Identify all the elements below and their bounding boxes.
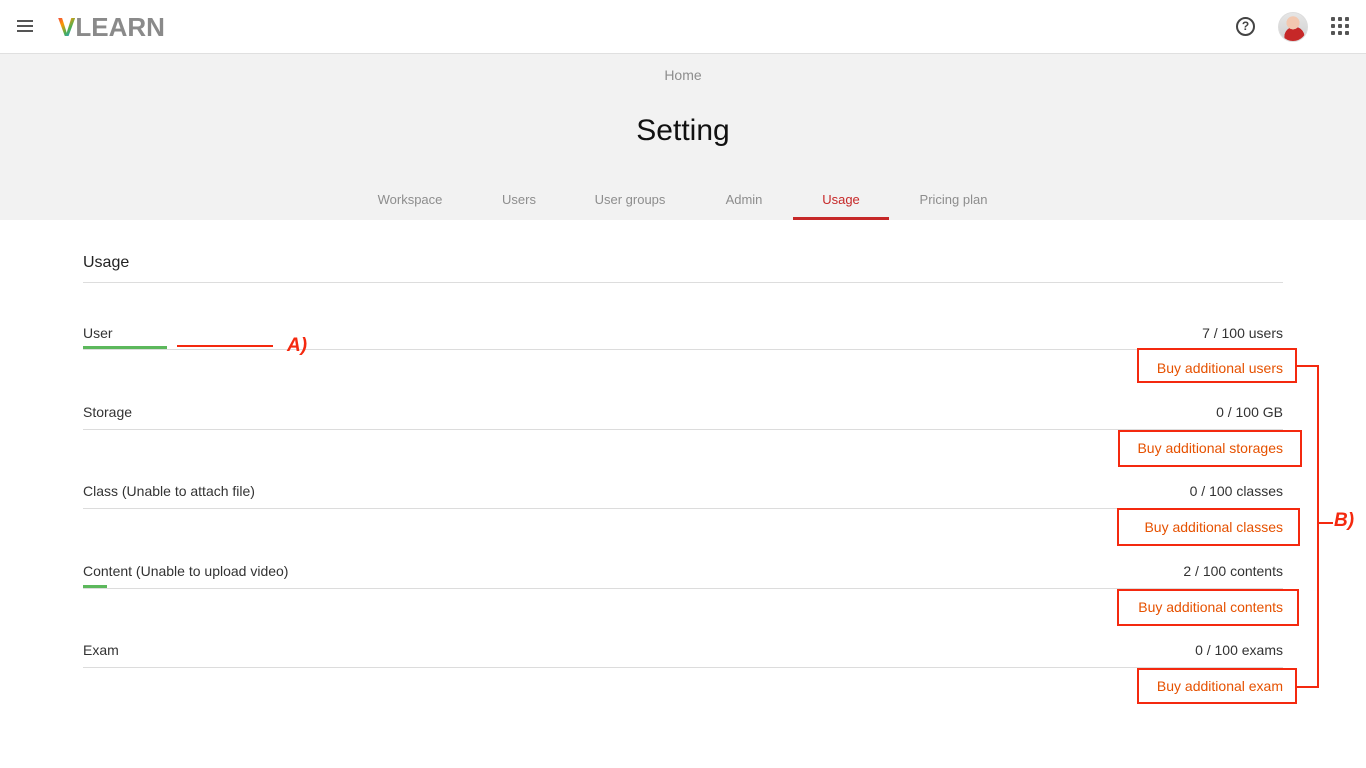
annotation-box [1117,589,1299,626]
usage-row-track [83,429,1283,430]
annotation-box [1117,508,1300,546]
usage-row-track [83,508,1283,509]
usage-row-track [83,588,1283,589]
usage-progress-bar [83,346,167,349]
logo-text: LEARN [75,12,165,42]
usage-row-value: 7 / 100 users [1202,325,1283,341]
usage-row-track [83,667,1283,668]
app-logo[interactable]: VLEARN [58,12,165,42]
usage-row-label: Storage [83,404,133,420]
usage-row-label: Class (Unable to attach file) [83,483,255,499]
annotation-b-bracket [1317,365,1319,688]
tab-workspace[interactable]: Workspace [362,182,458,220]
help-icon[interactable]: ? [1236,17,1255,36]
usage-row-value: 0 / 100 GB [1216,404,1283,420]
annotation-box [1137,348,1297,383]
annotation-a-label: A) [287,335,308,356]
tab-users[interactable]: Users [488,182,550,220]
section-divider [83,282,1283,283]
hamburger-menu-icon[interactable] [16,17,34,35]
tab-pricing-plan[interactable]: Pricing plan [906,182,1001,220]
logo-mark: V [58,12,76,42]
usage-row-label: User [83,325,113,341]
breadcrumb-home[interactable]: Home [0,67,1366,83]
usage-row-label: Content (Unable to upload video) [83,563,289,579]
apps-grid-icon[interactable] [1331,17,1349,35]
annotation-b-label: B) [1334,510,1355,531]
usage-row-value: 0 / 100 classes [1189,483,1283,499]
settings-tabs: Workspace Users User groups Admin Usage … [0,182,1366,220]
usage-row-value: 0 / 100 exams [1195,642,1283,658]
usage-row-label: Exam [83,642,119,658]
usage-row-value: 2 / 100 contents [1183,563,1283,579]
tab-user-groups[interactable]: User groups [580,182,680,220]
avatar[interactable] [1278,12,1308,42]
annotation-b-connector [1297,686,1319,688]
tab-admin[interactable]: Admin [712,182,776,220]
annotation-box [1137,668,1297,704]
annotation-box [1118,430,1302,467]
annotation-b-connector [1297,365,1319,367]
annotation-b-connector [1319,522,1333,524]
usage-row-track [83,349,1283,350]
annotation-a-pointer [177,345,273,347]
usage-progress-bar [83,585,107,588]
page-title: Setting [636,114,730,147]
top-bar: VLEARN ? [0,0,1366,54]
usage-section-title: Usage [83,254,130,271]
tab-usage[interactable]: Usage [793,182,889,220]
page-header: Home Setting Workspace Users User groups… [0,54,1366,220]
